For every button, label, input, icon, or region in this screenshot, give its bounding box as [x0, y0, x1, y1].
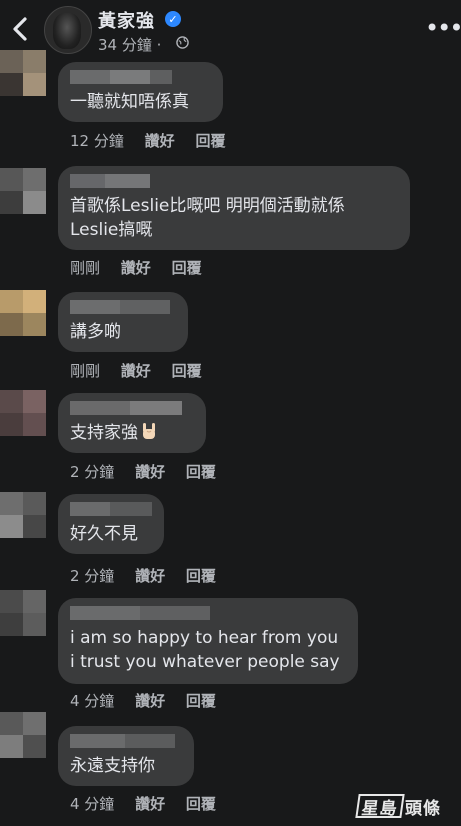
commenter-avatar[interactable] [0, 590, 46, 636]
globe-icon [176, 36, 189, 49]
rock-hand-emoji-icon [140, 421, 158, 448]
comment-bubble[interactable]: 講多啲 [58, 292, 188, 352]
comment-bubble[interactable]: 永遠支持你 [58, 726, 194, 786]
comment-time[interactable]: 4 分鐘 [70, 690, 114, 711]
page-avatar[interactable] [44, 6, 92, 54]
like-button[interactable]: 讚好 [121, 360, 151, 381]
post-header: 黃家強 ✓ 34 分鐘 · ••• [0, 0, 461, 60]
commenter-name-blurred [70, 300, 176, 314]
chevron-left-icon [13, 17, 27, 41]
post-time[interactable]: 34 分鐘 · [98, 34, 161, 55]
commenter-name-blurred [70, 734, 182, 748]
commenter-avatar[interactable] [0, 290, 46, 336]
commenter-name-blurred [70, 606, 346, 620]
reply-button[interactable]: 回覆 [172, 257, 202, 278]
comment-text: i am so happy to hear from you i trust y… [70, 628, 340, 672]
commenter-avatar[interactable] [0, 168, 46, 214]
comment-bubble[interactable]: 首歌係Leslie比嘅吧 明明個活動就係 Leslie搞嘅 [58, 166, 410, 250]
comment-actions: 12 分鐘 讚好 回覆 [70, 130, 241, 151]
comment-time[interactable]: 2 分鐘 [70, 565, 114, 586]
comment-actions: 4 分鐘 讚好 回覆 [70, 690, 232, 711]
reply-button[interactable]: 回覆 [186, 690, 216, 711]
reply-button[interactable]: 回覆 [172, 360, 202, 381]
comment-bubble[interactable]: 支持家強 [58, 393, 206, 453]
comment-text: 講多啲 [70, 322, 121, 342]
verified-badge-icon: ✓ [165, 11, 181, 27]
comment-text: 首歌係Leslie比嘅吧 明明個活動就係 Leslie搞嘅 [70, 196, 345, 240]
commenter-name-blurred [70, 174, 398, 188]
comment-bubble[interactable]: 一聽就知唔係真 [58, 62, 223, 122]
comment-time[interactable]: 2 分鐘 [70, 461, 114, 482]
commenter-avatar[interactable] [0, 492, 46, 538]
watermark-boxed: 星島 [355, 794, 405, 819]
commenter-name-blurred [70, 70, 211, 84]
like-button[interactable]: 讚好 [135, 793, 165, 814]
like-button[interactable]: 讚好 [145, 130, 175, 151]
comment-bubble[interactable]: 好久不見 [58, 494, 164, 554]
commenter-name-blurred [70, 401, 194, 415]
commenter-avatar[interactable] [0, 390, 46, 436]
like-button[interactable]: 讚好 [135, 690, 165, 711]
comment-time[interactable]: 剛剛 [70, 360, 100, 381]
comment-time[interactable]: 12 分鐘 [70, 130, 124, 151]
comment-actions: 2 分鐘 讚好 回覆 [70, 461, 232, 482]
comment-text: 永遠支持你 [70, 756, 155, 776]
comment-bubble[interactable]: i am so happy to hear from you i trust y… [58, 598, 358, 684]
like-button[interactable]: 讚好 [135, 565, 165, 586]
comment-actions: 2 分鐘 讚好 回覆 [70, 565, 232, 586]
back-button[interactable] [10, 14, 32, 44]
watermark-logo: 星島 頭條 [355, 793, 441, 819]
comment-time[interactable]: 剛剛 [70, 257, 100, 278]
more-options-icon[interactable]: ••• [425, 14, 461, 42]
commenter-avatar[interactable] [0, 50, 46, 96]
commenter-name-blurred [70, 502, 152, 516]
commenter-avatar[interactable] [0, 712, 46, 758]
comment-text: 支持家強 [70, 421, 194, 448]
comment-actions: 剛剛 讚好 回覆 [70, 257, 218, 278]
watermark-text: 頭條 [405, 798, 441, 819]
comment-text: 好久不見 [70, 524, 138, 544]
like-button[interactable]: 讚好 [121, 257, 151, 278]
like-button[interactable]: 讚好 [135, 461, 165, 482]
comment-actions: 4 分鐘 讚好 回覆 [70, 793, 232, 814]
comment-time[interactable]: 4 分鐘 [70, 793, 114, 814]
reply-button[interactable]: 回覆 [186, 565, 216, 586]
comment-actions: 剛剛 讚好 回覆 [70, 360, 218, 381]
reply-button[interactable]: 回覆 [186, 793, 216, 814]
page-name[interactable]: 黃家強 [98, 7, 155, 33]
reply-button[interactable]: 回覆 [195, 130, 225, 151]
reply-button[interactable]: 回覆 [186, 461, 216, 482]
comment-text: 一聽就知唔係真 [70, 92, 189, 112]
